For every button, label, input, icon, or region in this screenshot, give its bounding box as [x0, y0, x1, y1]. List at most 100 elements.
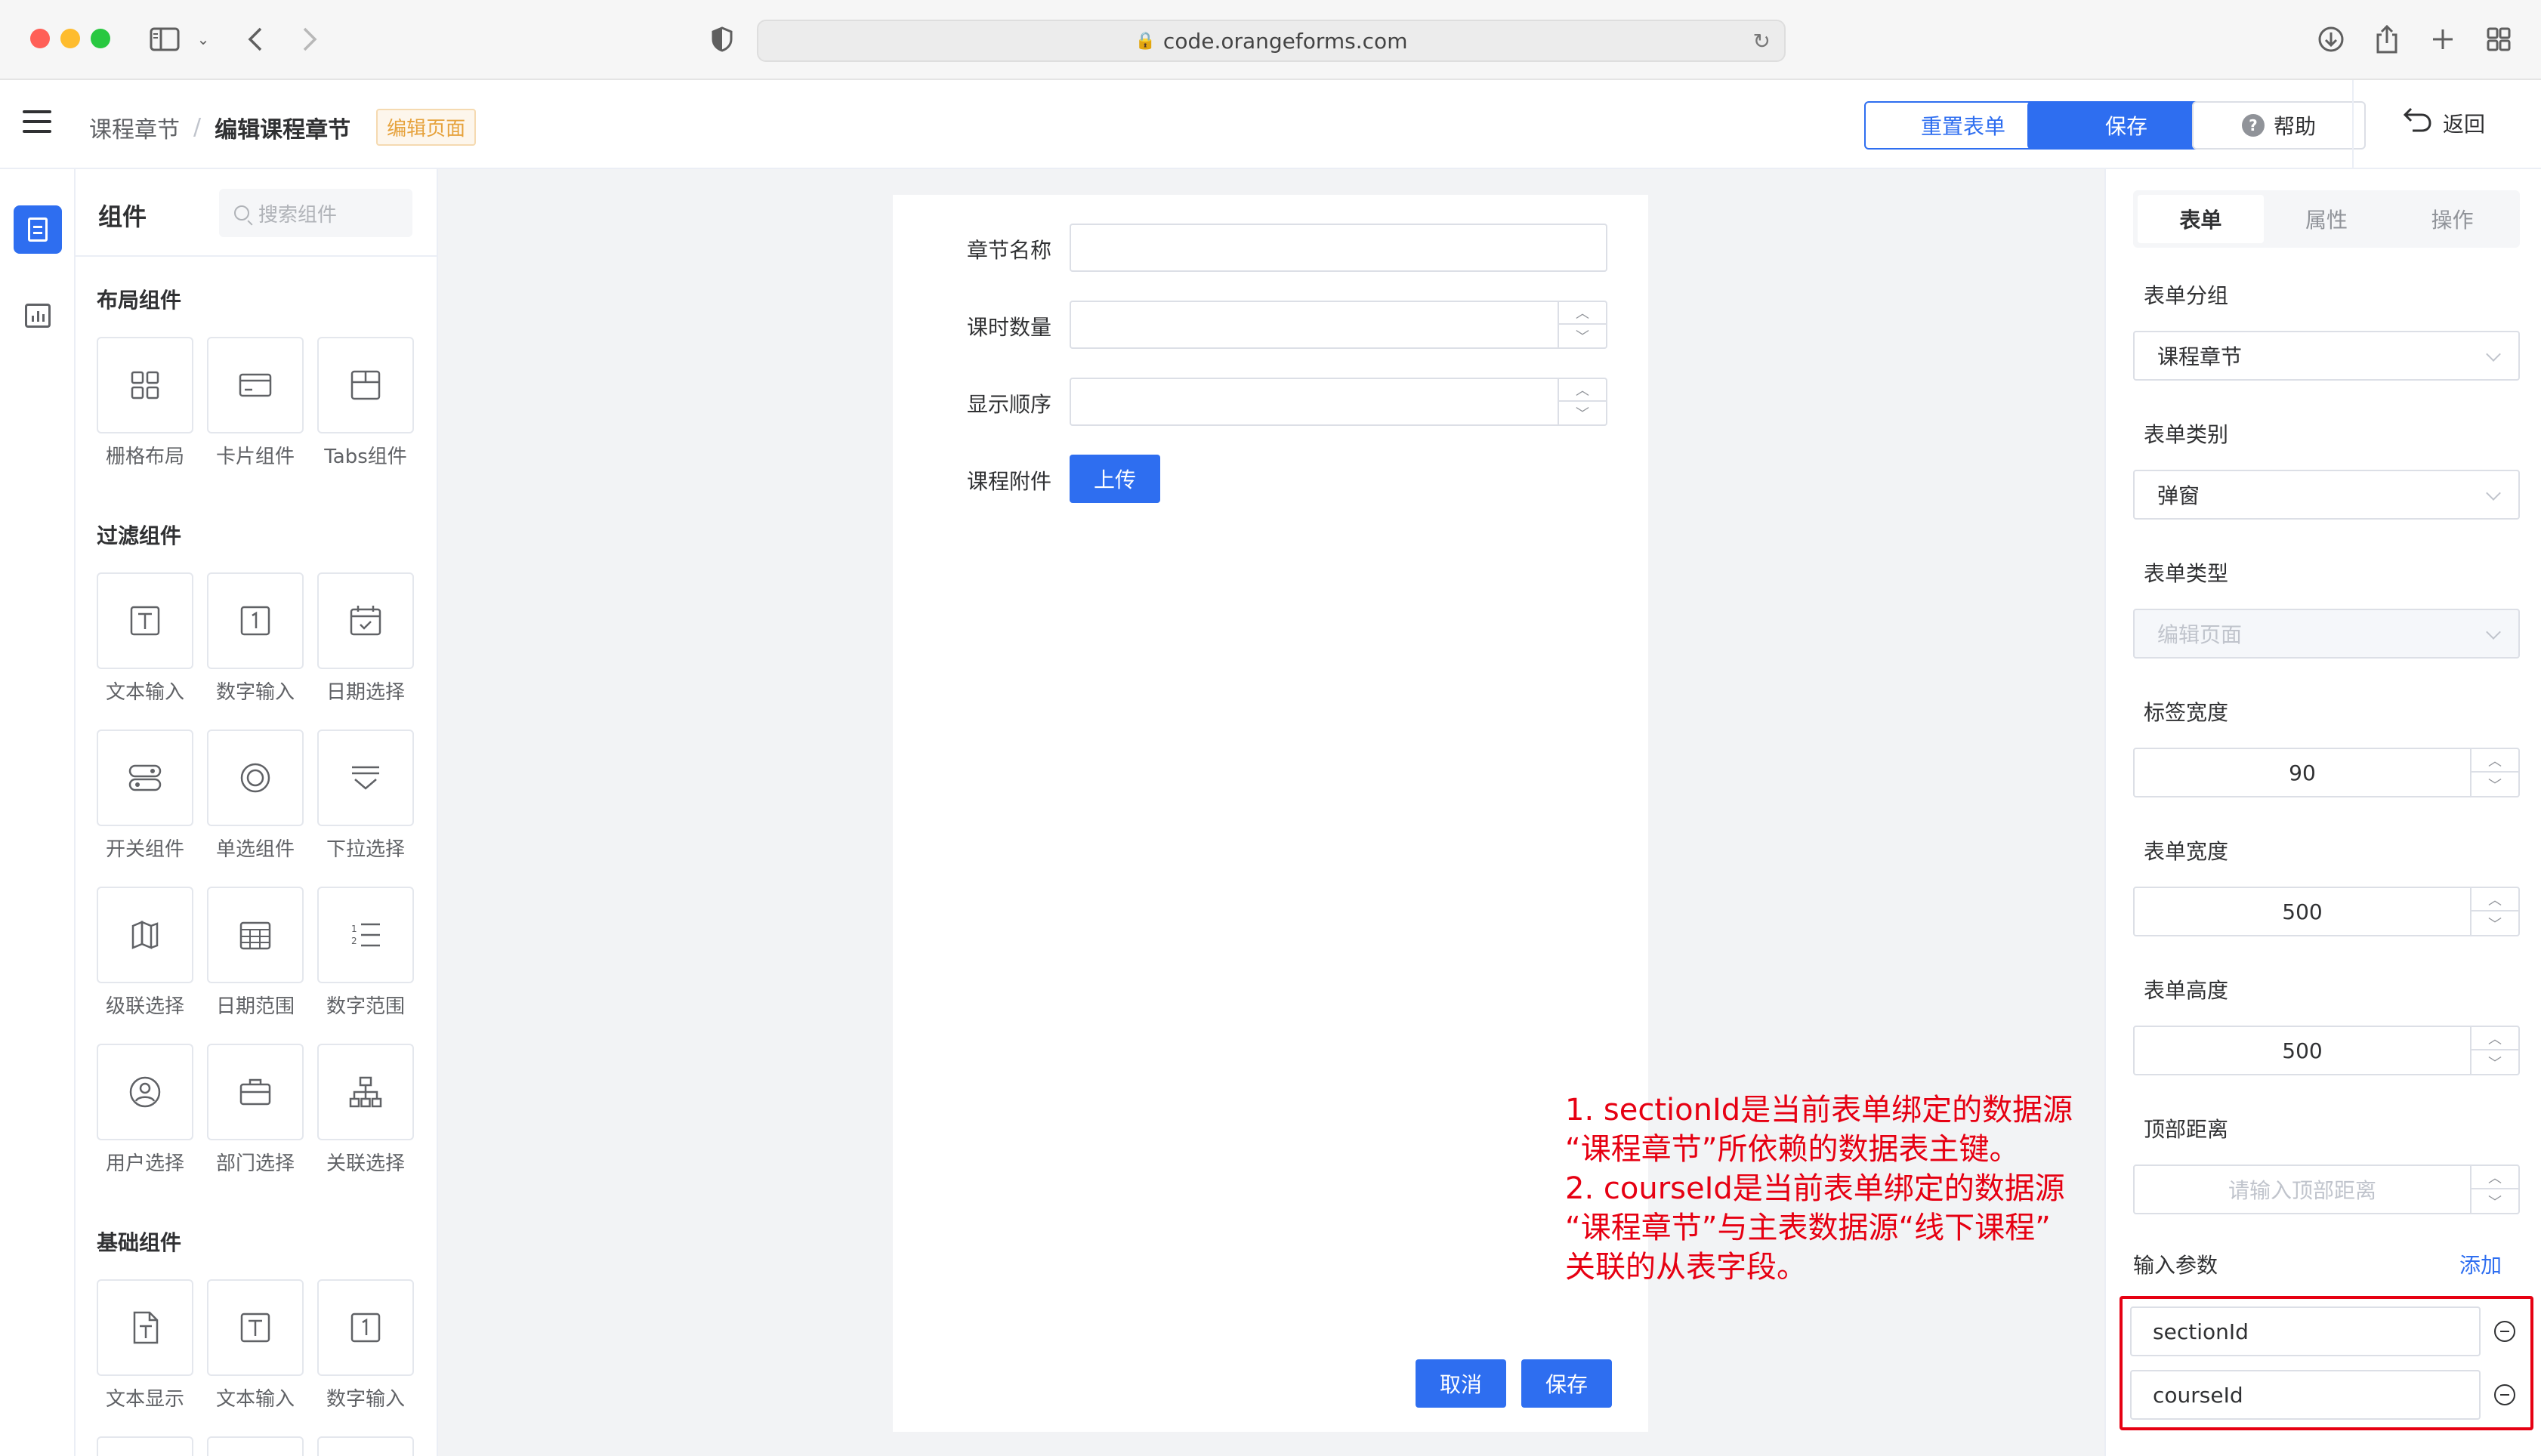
number-stepper[interactable]: ︿ ﹀ — [1558, 302, 1606, 347]
browser-toolbar: ⌄ 🔒 code.orangeforms.com ↻ — [0, 0, 2541, 80]
dept-select-tile[interactable] — [207, 1044, 304, 1140]
date-range-icon — [239, 921, 271, 950]
number-input-tile[interactable] — [207, 572, 304, 669]
report-tab-icon[interactable] — [14, 292, 62, 340]
basic-text-input-tile[interactable] — [207, 1279, 304, 1376]
top-distance-input[interactable]: 请输入顶部距离 ︿ ﹀ — [2133, 1164, 2520, 1214]
number-range-tile[interactable]: 12 — [317, 887, 414, 983]
cancel-button[interactable]: 取消 — [1416, 1359, 1506, 1408]
number-stepper[interactable]: ︿ ﹀ — [2470, 749, 2518, 796]
group-title-filter: 过滤组件 — [97, 523, 182, 548]
lesson-count-input[interactable]: ︿ ﹀ — [1070, 301, 1607, 349]
maximize-window-button[interactable] — [91, 29, 110, 48]
number-stepper[interactable]: ︿ ﹀ — [2470, 1027, 2518, 1074]
increase-icon[interactable]: ︿ — [1559, 379, 1606, 402]
remove-circle-icon[interactable] — [2494, 1321, 2515, 1342]
upload-button[interactable]: 上传 — [1070, 455, 1160, 503]
increase-icon[interactable]: ︿ — [2472, 1166, 2518, 1189]
url-bar[interactable]: 🔒 code.orangeforms.com ↻ — [757, 20, 1786, 62]
component-tile-partial[interactable] — [207, 1436, 304, 1456]
increase-icon[interactable]: ︿ — [2472, 749, 2518, 773]
param-input[interactable]: courseId — [2130, 1370, 2481, 1420]
annotation-line: “课程章节”所依赖的数据表主键。 — [1565, 1132, 2020, 1167]
share-icon[interactable] — [2370, 23, 2404, 56]
component-search-placeholder: 搜索组件 — [258, 203, 338, 227]
menu-icon[interactable] — [23, 110, 51, 133]
radio-tile[interactable] — [207, 730, 304, 826]
form-type-value: 编辑页面 — [2157, 622, 2243, 647]
component-search-input[interactable]: 搜索组件 — [219, 189, 412, 237]
increase-icon[interactable]: ︿ — [2472, 1027, 2518, 1050]
tab-overview-icon[interactable] — [2482, 23, 2515, 56]
form-kind-label: 表单类别 — [2144, 422, 2229, 447]
decrease-icon[interactable]: ﹀ — [2472, 1189, 2518, 1213]
back-nav-icon[interactable] — [240, 23, 270, 56]
forward-nav-icon[interactable] — [295, 23, 325, 56]
ordered-list-icon: 12 — [351, 923, 380, 947]
component-tile-partial[interactable] — [97, 1436, 193, 1456]
form-kind-value: 弹窗 — [2157, 483, 2200, 508]
chevron-down-icon[interactable]: ⌄ — [192, 23, 215, 56]
card-tile[interactable] — [207, 337, 304, 433]
close-window-button[interactable] — [30, 29, 50, 48]
tile-label: 日期选择 — [326, 681, 405, 704]
breadcrumb-parent[interactable]: 课程章节 — [89, 111, 180, 144]
reload-icon[interactable]: ↻ — [1753, 29, 1771, 54]
number-stepper[interactable]: ︿ ﹀ — [2470, 888, 2518, 935]
decrease-icon[interactable]: ﹀ — [1559, 402, 1606, 424]
chapter-name-input[interactable] — [1070, 224, 1607, 272]
sidebar-toggle-icon[interactable] — [148, 23, 181, 56]
dropdown-tile[interactable] — [317, 730, 414, 826]
param-input[interactable]: sectionId — [2130, 1306, 2481, 1356]
download-icon[interactable] — [2314, 23, 2348, 56]
new-tab-icon[interactable] — [2426, 23, 2459, 56]
form-width-label: 表单宽度 — [2144, 839, 2229, 864]
decrease-icon[interactable]: ﹀ — [2472, 773, 2518, 796]
tab-actions[interactable]: 操作 — [2389, 195, 2515, 243]
date-range-tile[interactable] — [207, 887, 304, 983]
form-kind-select[interactable]: 弹窗 — [2133, 470, 2520, 520]
back-button[interactable]: 返回 — [2402, 106, 2485, 140]
display-order-input[interactable]: ︿ ﹀ — [1070, 378, 1607, 426]
grid-layout-tile[interactable] — [97, 337, 193, 433]
tab-attributes[interactable]: 属性 — [2264, 195, 2390, 243]
form-save-button[interactable]: 保存 — [1521, 1359, 1612, 1408]
label-width-input[interactable]: 90 ︿ ﹀ — [2133, 748, 2520, 797]
form-group-value: 课程章节 — [2157, 344, 2243, 369]
header-divider — [2352, 80, 2354, 169]
form-width-input[interactable]: 500 ︿ ﹀ — [2133, 887, 2520, 936]
user-icon — [129, 1076, 161, 1108]
remove-circle-icon[interactable] — [2494, 1384, 2515, 1405]
tile-label: 文本输入 — [215, 1388, 295, 1411]
cascader-tile[interactable] — [97, 887, 193, 983]
user-select-tile[interactable] — [97, 1044, 193, 1140]
decrease-icon[interactable]: ﹀ — [1559, 325, 1606, 347]
component-tile-partial[interactable] — [317, 1436, 414, 1456]
form-height-label: 表单高度 — [2144, 978, 2229, 1003]
form-height-input[interactable]: 500 ︿ ﹀ — [2133, 1026, 2520, 1075]
help-button[interactable]: ? 帮助 — [2192, 101, 2366, 150]
number-stepper[interactable]: ︿ ﹀ — [1558, 379, 1606, 424]
minimize-window-button[interactable] — [60, 29, 80, 48]
number-stepper[interactable]: ︿ ﹀ — [2470, 1166, 2518, 1213]
text-input-tile[interactable] — [97, 572, 193, 669]
increase-icon[interactable]: ︿ — [1559, 302, 1606, 325]
tile-label: 日期范围 — [215, 995, 295, 1018]
relation-select-tile[interactable] — [317, 1044, 414, 1140]
switch-tile[interactable] — [97, 730, 193, 826]
app-header: 课程章节 / 编辑课程章节 编辑页面 重置表单 保存 ? 帮助 — [0, 80, 2541, 169]
decrease-icon[interactable]: ﹀ — [2472, 1050, 2518, 1074]
form-group-select[interactable]: 课程章节 — [2133, 331, 2520, 381]
radio-icon — [240, 763, 270, 793]
form-type-select[interactable]: 编辑页面 — [2133, 609, 2520, 659]
date-picker-tile[interactable] — [317, 572, 414, 669]
form-design-tab-icon[interactable] — [14, 205, 62, 254]
shield-icon[interactable] — [705, 23, 739, 56]
tab-form[interactable]: 表单 — [2138, 195, 2264, 243]
add-param-link[interactable]: 添加 — [2459, 1249, 2502, 1279]
increase-icon[interactable]: ︿ — [2472, 888, 2518, 912]
decrease-icon[interactable]: ﹀ — [2472, 912, 2518, 935]
tabs-tile[interactable] — [317, 337, 414, 433]
basic-number-input-tile[interactable] — [317, 1279, 414, 1376]
text-display-tile[interactable] — [97, 1279, 193, 1376]
